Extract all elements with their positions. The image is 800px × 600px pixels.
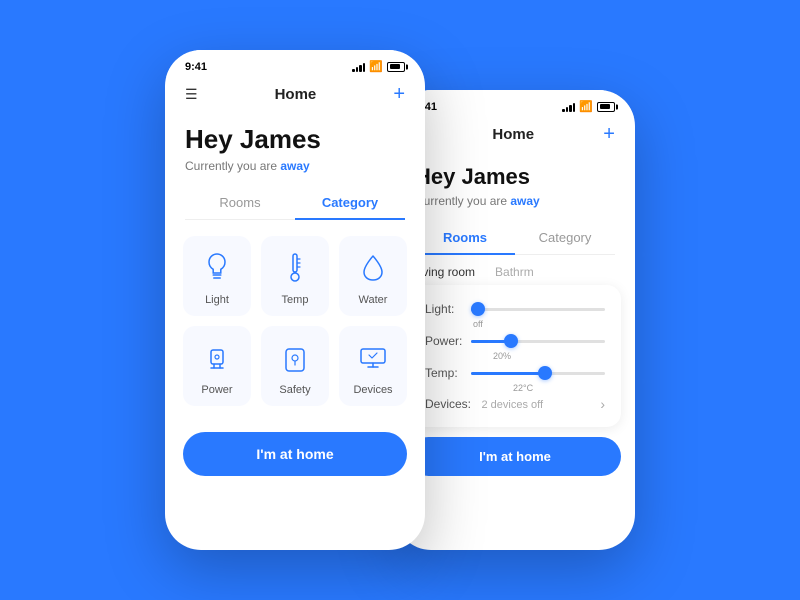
nav-bar-1: ☰ Home + [165, 77, 425, 116]
temp-value: 22°C [513, 383, 533, 393]
temp-icon [277, 250, 313, 286]
power-icon [199, 340, 235, 376]
status-icons-1: 📶 [352, 60, 405, 73]
category-label-light: Light [205, 294, 229, 306]
tab-rooms-2[interactable]: Rooms [415, 222, 515, 255]
devices-count: 2 devices off [481, 399, 543, 411]
nav-title-1: Home [275, 86, 317, 103]
im-at-home-button-1[interactable]: I'm at home [183, 432, 407, 476]
devices-chevron[interactable]: › [600, 396, 605, 412]
category-grid: Light Temp [165, 220, 425, 422]
tabs-2: Rooms Category [415, 222, 615, 255]
temp-control-row: Temp: 22°C [425, 363, 605, 383]
power-control-row: Power: 20% [425, 331, 605, 351]
temp-control-label: Temp: [425, 366, 471, 380]
wifi-icon-2: 📶 [579, 100, 593, 113]
category-water[interactable]: Water [339, 236, 407, 316]
status-text-1: Currently you are away [185, 159, 405, 173]
phones-container: 9:41 📶 ☰ Home + Hey James [165, 50, 635, 550]
devices-icon [355, 340, 391, 376]
light-slider[interactable]: off [471, 299, 605, 319]
signal-icon-2 [562, 102, 575, 112]
status-bar-1: 9:41 📶 [165, 50, 425, 77]
im-at-home-button-2[interactable]: I'm at home [409, 437, 621, 476]
room-bathroom[interactable]: Bathrm [495, 265, 534, 279]
time-1: 9:41 [185, 61, 207, 73]
light-icon [199, 250, 235, 286]
temp-slider[interactable]: 22°C [471, 363, 605, 383]
add-button-1[interactable]: + [393, 83, 405, 106]
category-label-safety: Safety [279, 384, 310, 396]
light-value: off [473, 319, 483, 329]
battery-icon-2 [597, 102, 615, 112]
category-light[interactable]: Light [183, 236, 251, 316]
room-card: Light: off Power: 20% [409, 285, 621, 427]
menu-icon[interactable]: ☰ [185, 86, 198, 103]
category-safety[interactable]: Safety [261, 326, 329, 406]
battery-icon [387, 62, 405, 72]
devices-row: Devices: 2 devices off › [425, 395, 605, 413]
status-text-2: Currently you are away [415, 194, 615, 208]
category-temp[interactable]: Temp [261, 236, 329, 316]
category-devices[interactable]: Devices [339, 326, 407, 406]
category-label-temp: Temp [282, 294, 309, 306]
greeting-2: Hey James [415, 164, 615, 190]
phone-2: 9:41 📶 ≡ Home + Hey James [395, 90, 635, 550]
devices-label: Devices: [425, 397, 471, 411]
water-icon [355, 250, 391, 286]
light-control-label: Light: [425, 302, 471, 316]
phone-1: 9:41 📶 ☰ Home + Hey James [165, 50, 425, 550]
tab-category-2[interactable]: Category [515, 222, 615, 255]
safety-icon [277, 340, 313, 376]
status-value-1: away [280, 159, 309, 173]
signal-icon [352, 62, 365, 72]
header-1: Hey James Currently you are away [165, 116, 425, 187]
header-2: Hey James Currently you are away [395, 156, 635, 222]
category-power[interactable]: Power [183, 326, 251, 406]
status-value-2: away [510, 194, 539, 208]
greeting-1: Hey James [185, 124, 405, 155]
wifi-icon: 📶 [369, 60, 383, 73]
tab-category-1[interactable]: Category [295, 187, 405, 220]
light-control-row: Light: off [425, 299, 605, 319]
nav-title-2: Home [492, 126, 534, 143]
nav-bar-2: ≡ Home + [395, 117, 635, 156]
devices-info: Devices: 2 devices off [425, 395, 543, 413]
status-icons-2: 📶 [562, 100, 615, 113]
power-control-label: Power: [425, 334, 471, 348]
room-labels: Living room Bathrm [395, 255, 635, 285]
category-label-power: Power [201, 384, 232, 396]
category-label-devices: Devices [353, 384, 392, 396]
power-value: 20% [493, 351, 511, 361]
tabs-1: Rooms Category [185, 187, 405, 220]
add-button-2[interactable]: + [603, 123, 615, 146]
power-slider[interactable]: 20% [471, 331, 605, 351]
category-label-water: Water [359, 294, 388, 306]
tab-rooms-1[interactable]: Rooms [185, 187, 295, 220]
status-bar-2: 9:41 📶 [395, 90, 635, 117]
